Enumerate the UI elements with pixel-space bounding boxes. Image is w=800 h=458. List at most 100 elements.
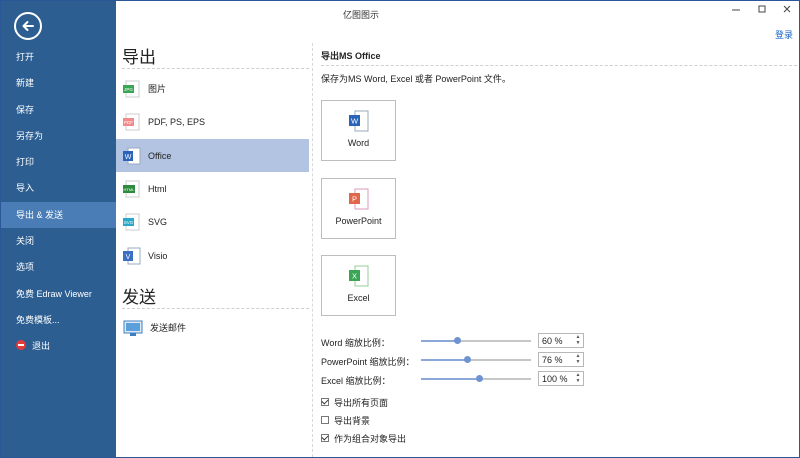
office-export-panel: 导出MS Office 保存为MS Word, Excel 或者 PowerPo… xyxy=(313,25,799,457)
sidebar-item-save[interactable]: 保存 xyxy=(1,97,116,123)
svg-text:X: X xyxy=(351,272,356,281)
svg-text:P: P xyxy=(351,195,356,204)
close-icon xyxy=(783,5,791,13)
svg-text:W: W xyxy=(350,117,358,126)
checkbox[interactable] xyxy=(321,416,329,424)
email-icon xyxy=(123,319,143,337)
word-icon: W xyxy=(123,147,141,165)
sidebar-item-close[interactable]: 关闭 xyxy=(1,228,116,254)
powerpoint-scale-spinbox[interactable]: 76 % ▲ ▼ xyxy=(538,352,584,367)
panel-title: 导出MS Office xyxy=(321,51,381,61)
sidebar-item-export-send[interactable]: 导出 & 发送 xyxy=(1,201,116,229)
sidebar-item-exit[interactable]: 退出 xyxy=(1,333,116,359)
spin-value: 100 % xyxy=(542,374,568,384)
sidebar-item-label: 关闭 xyxy=(16,236,35,247)
format-label: SVG xyxy=(148,216,168,227)
exit-icon xyxy=(16,340,26,351)
slider-thumb[interactable] xyxy=(454,337,462,344)
option-export-as-group[interactable]: 作为组合对象导出 xyxy=(321,432,406,444)
sidebar-item-new[interactable]: 新建 xyxy=(1,70,116,96)
slider-thumb[interactable] xyxy=(464,356,472,363)
app-window: 打开 新建 保存 另存为 打印 导入 导出 & 发送 关闭 选项 免费 Edra… xyxy=(0,0,800,458)
back-button[interactable] xyxy=(14,12,42,40)
sidebar-item-label: 免费 Edraw Viewer xyxy=(16,288,92,299)
sidebar-item-label: 保存 xyxy=(16,104,35,115)
scale-label: Excel 缩放比例： xyxy=(321,376,391,386)
powerpoint-scale-slider[interactable] xyxy=(421,356,531,363)
checkbox-label: 作为组合对象导出 xyxy=(334,433,407,444)
export-word-button[interactable]: W Word xyxy=(321,100,396,161)
format-item-svg[interactable]: SVG SVG xyxy=(116,205,309,238)
spin-arrows-icon[interactable]: ▲ ▼ xyxy=(575,372,581,385)
option-export-all-pages[interactable]: 导出所有页面 xyxy=(321,396,388,408)
divider xyxy=(122,308,309,309)
sidebar-item-label: 导出 & 发送 xyxy=(16,209,64,220)
sidebar: 打开 新建 保存 另存为 打印 导入 导出 & 发送 关闭 选项 免费 Edra… xyxy=(1,1,116,457)
sidebar-item-label: 打开 xyxy=(16,52,35,62)
excel-scale-row: Excel 缩放比例： 100 % ▲ ▼ xyxy=(321,371,791,387)
slider-fill xyxy=(421,340,458,342)
export-powerpoint-button[interactable]: P PowerPoint xyxy=(321,178,396,239)
spin-value: 60 % xyxy=(542,336,563,346)
send-heading: 发送 xyxy=(122,288,156,307)
button-label: Excel xyxy=(347,293,370,303)
slider-thumb[interactable] xyxy=(476,375,484,382)
jpg-icon: JPG xyxy=(123,80,141,98)
powerpoint-icon: P xyxy=(348,188,369,210)
sidebar-item-import[interactable]: 导入 xyxy=(1,175,116,201)
minimize-icon xyxy=(732,9,740,11)
format-item-html[interactable]: HTML Html xyxy=(116,172,309,205)
format-item-visio[interactable]: V Visio xyxy=(116,239,309,272)
word-scale-slider[interactable] xyxy=(421,337,531,344)
format-label: PDF, PS, EPS xyxy=(148,116,206,127)
svg-text:SVG: SVG xyxy=(124,220,134,225)
sidebar-item-label: 免费模板... xyxy=(16,314,60,325)
option-export-background[interactable]: 导出背景 xyxy=(321,414,370,426)
sidebar-item-save-as[interactable]: 另存为 xyxy=(1,123,116,149)
svg-text:W: W xyxy=(125,154,132,161)
format-label: 图片 xyxy=(148,84,167,94)
arrow-left-icon xyxy=(22,21,34,31)
minimize-button[interactable] xyxy=(729,4,743,18)
send-item-email[interactable]: 发送邮件 xyxy=(116,311,309,344)
maximize-button[interactable] xyxy=(755,4,769,18)
format-item-office[interactable]: W Office xyxy=(116,139,309,172)
word-icon: W xyxy=(348,110,369,132)
format-item-image[interactable]: JPG 图片 xyxy=(116,72,309,105)
close-window-button[interactable] xyxy=(780,4,794,18)
svg-text:JPG: JPG xyxy=(124,87,133,92)
divider xyxy=(321,65,797,66)
sidebar-item-options[interactable]: 选项 xyxy=(1,254,116,280)
sidebar-item-free-templates[interactable]: 免费模板... xyxy=(1,307,116,333)
excel-icon: X xyxy=(348,265,369,287)
scale-label: PowerPoint 缩放比例： xyxy=(321,357,415,367)
svg-text:HTML: HTML xyxy=(124,187,136,192)
window-title: 亿图图示 xyxy=(342,10,379,20)
sidebar-menu: 打开 新建 保存 另存为 打印 导入 导出 & 发送 关闭 选项 免费 Edra… xyxy=(1,44,116,360)
format-item-pdf[interactable]: PDF PDF, PS, EPS xyxy=(116,105,309,138)
format-label: Visio xyxy=(148,250,168,261)
format-label: Html xyxy=(148,183,167,194)
svg-icon: SVG xyxy=(123,213,141,231)
word-scale-row: Word 缩放比例： 60 % ▲ ▼ xyxy=(321,333,791,349)
export-heading: 导出 xyxy=(122,48,156,67)
html-icon: HTML xyxy=(123,180,141,198)
spin-arrows-icon[interactable]: ▲ ▼ xyxy=(575,334,581,347)
maximize-icon xyxy=(758,5,766,13)
spin-arrows-icon[interactable]: ▲ ▼ xyxy=(575,353,581,366)
spin-value: 76 % xyxy=(542,355,563,365)
excel-scale-slider[interactable] xyxy=(421,375,531,382)
format-label: Office xyxy=(148,150,172,161)
sidebar-item-open[interactable]: 打开 xyxy=(1,44,116,70)
svg-text:PDF: PDF xyxy=(124,120,133,125)
button-label: PowerPoint xyxy=(335,216,382,226)
word-scale-spinbox[interactable]: 60 % ▲ ▼ xyxy=(538,333,584,348)
sidebar-item-edraw-viewer[interactable]: 免费 Edraw Viewer xyxy=(1,281,116,307)
sidebar-item-print[interactable]: 打印 xyxy=(1,149,116,175)
sidebar-item-label: 新建 xyxy=(16,78,35,89)
checkbox[interactable] xyxy=(321,398,329,406)
export-excel-button[interactable]: X Excel xyxy=(321,255,396,316)
sidebar-item-label: 打印 xyxy=(16,157,35,168)
excel-scale-spinbox[interactable]: 100 % ▲ ▼ xyxy=(538,371,584,386)
checkbox[interactable] xyxy=(321,434,329,442)
